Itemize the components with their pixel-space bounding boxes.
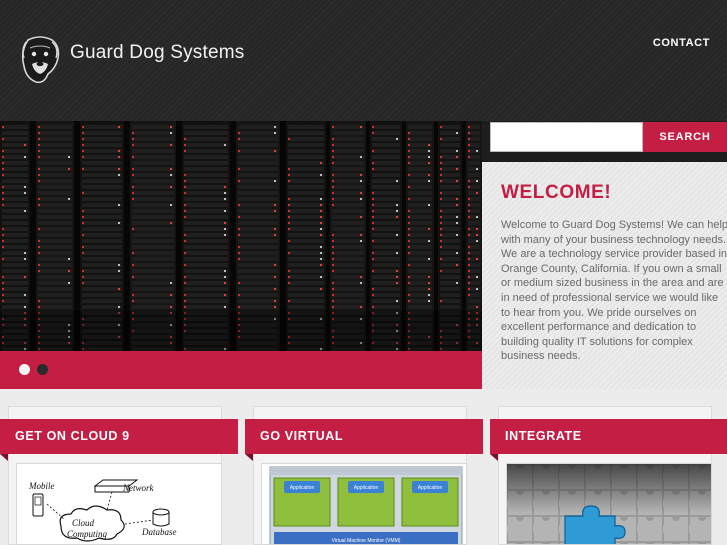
card-title[interactable]: INTEGRATE (490, 419, 727, 461)
svg-text:Application: Application (354, 485, 379, 491)
puzzle-image[interactable] (506, 463, 712, 545)
diagram-label-cloud: Cloud (72, 518, 95, 528)
image-slider (0, 121, 482, 389)
server-racks-image (0, 121, 482, 351)
cloud-diagram-image[interactable]: Mobile Network Cloud Computing Database (16, 463, 222, 545)
dog-logo-icon[interactable] (18, 34, 62, 86)
diagram-label-database: Database (141, 527, 177, 537)
slider-dot-1[interactable] (19, 364, 30, 375)
diagram-label-network: Network (122, 483, 155, 493)
diagram-label-computing: Computing (67, 529, 108, 539)
virtualization-diagram-image[interactable]: Application Application Application Virt… (261, 463, 467, 545)
vmm-label: Virtual Machine Monitor (VMM) (332, 538, 401, 544)
brand-name[interactable]: Guard Dog Systems (70, 42, 244, 64)
search-input[interactable] (490, 122, 643, 152)
vm-block-1: Application (273, 477, 331, 527)
diagram-label-mobile: Mobile (28, 481, 55, 491)
slider-dots (19, 364, 48, 375)
welcome-panel: WELCOME! Welcome to Guard Dog Systems! W… (482, 162, 727, 389)
welcome-body: Welcome to Guard Dog Systems! We can hel… (501, 219, 727, 363)
card-integrate: INTEGRATE (490, 406, 727, 545)
vm-block-3: Application (401, 477, 459, 527)
nav-contact-link[interactable]: CONTACT (653, 37, 710, 49)
svg-text:Application: Application (290, 485, 315, 491)
search-button[interactable]: SEARCH (643, 122, 727, 152)
site-header: Guard Dog Systems CONTACT (0, 0, 727, 121)
svg-text:Application: Application (418, 485, 443, 491)
card-title[interactable]: GO VIRTUAL (245, 419, 483, 461)
vm-block-2: Application (337, 477, 395, 527)
card-cloud: GET ON CLOUD 9 Mobile Network Cloud Comp… (0, 406, 238, 545)
card-virtual: GO VIRTUAL Application Application Appli… (245, 406, 483, 545)
slider-dot-2[interactable] (37, 364, 48, 375)
card-title[interactable]: GET ON CLOUD 9 (0, 419, 238, 461)
search-bar: SEARCH (482, 121, 727, 162)
welcome-title: WELCOME! (501, 182, 612, 203)
